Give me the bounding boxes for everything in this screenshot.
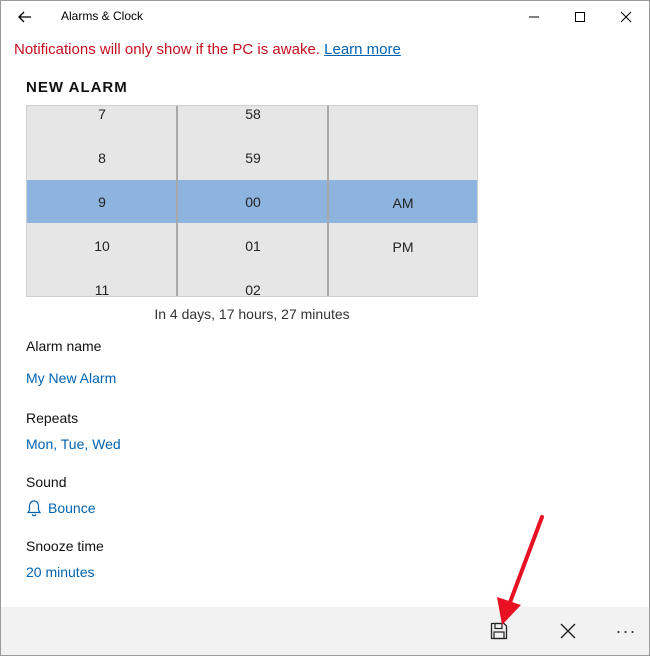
minute-option[interactable]: 01	[178, 238, 328, 254]
back-button[interactable]	[11, 5, 39, 29]
minute-column[interactable]: 58 59 00 01 02	[178, 106, 328, 296]
period-option-selected[interactable]: AM	[329, 195, 477, 211]
close-window-button[interactable]	[603, 1, 649, 33]
minute-option[interactable]: 02	[178, 282, 328, 296]
alarm-name-value: My New Alarm	[26, 370, 117, 386]
app-window: Alarms & Clock Notifications will only s…	[0, 0, 650, 656]
snooze-label: Snooze time	[26, 538, 104, 554]
maximize-icon	[575, 12, 585, 22]
page-title: NEW ALARM	[26, 79, 128, 96]
hour-option[interactable]: 7	[27, 106, 177, 122]
repeats-value: Mon, Tue, Wed	[26, 436, 121, 452]
alarm-name-field[interactable]: My New Alarm	[26, 370, 116, 386]
cancel-button[interactable]	[550, 613, 586, 649]
sound-dropdown[interactable]: Bounce	[26, 499, 95, 517]
save-icon	[490, 622, 508, 640]
minimize-button[interactable]	[511, 1, 557, 33]
sound-label: Sound	[26, 474, 67, 490]
minute-option-selected[interactable]: 00	[178, 194, 328, 210]
learn-more-link[interactable]: Learn more	[324, 41, 401, 58]
hour-column[interactable]: 7 8 9 10 11	[27, 106, 177, 296]
window-title: Alarms & Clock	[61, 9, 144, 23]
alarm-name-label: Alarm name	[26, 338, 102, 354]
minute-option[interactable]: 58	[178, 106, 328, 122]
time-picker[interactable]: 7 8 9 10 11 58 59 00 01 02 AM PM	[26, 105, 478, 297]
awake-notice: Notifications will only show if the PC i…	[14, 41, 401, 58]
title-bar: Alarms & Clock	[1, 1, 649, 33]
snooze-value: 20 minutes	[26, 564, 95, 580]
minute-option[interactable]: 59	[178, 150, 328, 166]
bell-icon	[26, 500, 42, 517]
more-options-button[interactable]: ···	[608, 613, 644, 649]
command-bar: ···	[1, 607, 649, 655]
hour-option-selected[interactable]: 9	[27, 194, 177, 210]
close-icon	[620, 11, 632, 23]
period-column[interactable]: AM PM	[329, 106, 477, 296]
sound-value: Bounce	[48, 500, 96, 516]
hour-option[interactable]: 10	[27, 238, 177, 254]
snooze-dropdown[interactable]: 20 minutes	[26, 564, 94, 580]
minimize-icon	[529, 16, 539, 18]
notice-text: Notifications will only show if the PC i…	[14, 41, 320, 58]
period-option[interactable]: PM	[329, 239, 477, 255]
save-button[interactable]	[481, 613, 517, 649]
repeats-label: Repeats	[26, 410, 79, 426]
hour-option[interactable]: 11	[27, 282, 177, 296]
more-icon: ···	[615, 621, 637, 641]
close-icon	[560, 623, 576, 639]
time-until-alarm: In 4 days, 17 hours, 27 minutes	[154, 306, 350, 322]
annotation-arrow	[497, 515, 544, 625]
back-arrow-icon	[18, 11, 31, 23]
hour-option[interactable]: 8	[27, 150, 177, 166]
repeats-dropdown[interactable]: Mon, Tue, Wed	[26, 436, 121, 452]
maximize-button[interactable]	[557, 1, 603, 33]
